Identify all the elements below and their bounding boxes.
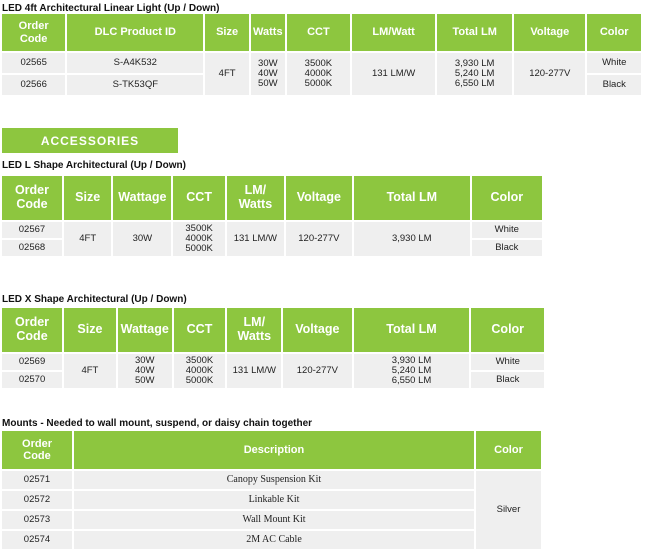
- header-color: Color: [471, 308, 544, 352]
- header-watts: Watts: [250, 14, 285, 51]
- table-row: 02574 2M AC Cable: [2, 531, 541, 549]
- dlc-id-cell: S-TK53QF: [67, 75, 204, 95]
- table-header-row: Order Code Size Wattage CCT LM/ Watts Vo…: [2, 176, 542, 220]
- section-title-l-shape: LED L Shape Architectural (Up / Down): [2, 160, 186, 171]
- lm-watt-cell: 131 LM/W: [352, 53, 436, 95]
- header-lm-watts: LM/ Watts: [227, 308, 282, 352]
- order-code-cell: 02569: [2, 354, 63, 370]
- color-cell: Black: [587, 75, 641, 95]
- table-header-row: Order Code Description Color: [2, 431, 541, 469]
- header-size: Size: [64, 308, 116, 352]
- header-order-code: Order Code: [2, 176, 62, 220]
- cct-cell: 3500K 4000K 5000K: [173, 222, 225, 256]
- color-cell: Black: [471, 372, 544, 388]
- header-cct: CCT: [173, 308, 226, 352]
- header-total-lm: Total LM: [353, 176, 470, 220]
- table-row: 02565 S-A4K532 4FT 30W 40W 50W 3500K 400…: [2, 53, 641, 95]
- header-color: Color: [471, 176, 542, 220]
- size-cell: 4FT: [64, 354, 116, 388]
- voltage-cell: 120-277V: [285, 222, 352, 256]
- header-size: Size: [63, 176, 112, 220]
- header-color: Color: [587, 14, 641, 51]
- order-code-cell: 02566: [2, 75, 66, 95]
- total-lm-cell: 3,930 LM 5,240 LM 6,550 LM: [437, 53, 513, 95]
- color-cell: Black: [471, 240, 542, 256]
- order-code-cell: 02574: [2, 531, 72, 549]
- header-order-code: Order Code: [2, 431, 72, 469]
- header-color: Color: [476, 431, 541, 469]
- header-lm-watt: LM/Watt: [352, 14, 436, 51]
- table-x-shape: Order Code Size Wattage CCT LM/ Watts Vo…: [0, 306, 546, 390]
- color-cell: White: [471, 222, 542, 238]
- table-row: 02569 4FT 30W 40W 50W 3500K 4000K 5000K …: [2, 354, 544, 388]
- description-cell: 2M AC Cable: [74, 531, 474, 549]
- voltage-cell: 120-277V: [283, 354, 352, 388]
- order-code-cell: 02571: [2, 471, 72, 489]
- size-cell: 4FT: [205, 53, 249, 95]
- description-cell: Wall Mount Kit: [74, 511, 474, 529]
- lm-watts-cell: 131 LM/W: [227, 354, 282, 388]
- cct-cell: 3500K 4000K 5000K: [286, 53, 351, 95]
- color-cell: White: [471, 354, 544, 370]
- table-row: 02572 Linkable Kit: [2, 491, 541, 509]
- header-order-code: Order Code: [2, 14, 66, 51]
- order-code-cell: 02572: [2, 491, 72, 509]
- description-cell: Linkable Kit: [74, 491, 474, 509]
- total-lm-cell: 3,930 LM 5,240 LM 6,550 LM: [353, 354, 470, 388]
- watts-cell: 30W 40W 50W: [250, 53, 285, 95]
- dlc-id-cell: S-A4K532: [67, 53, 204, 73]
- table-row: 02571 Canopy Suspension Kit Silver: [2, 471, 541, 549]
- table-header-row: Order Code Size Wattage CCT LM/ Watts Vo…: [2, 308, 544, 352]
- header-cct: CCT: [173, 176, 225, 220]
- wattage-cell: 30W 40W 50W: [117, 354, 172, 388]
- color-cell: White: [587, 53, 641, 73]
- accessories-banner: ACCESSORIES: [2, 128, 178, 153]
- header-voltage: Voltage: [285, 176, 352, 220]
- cct-cell: 3500K 4000K 5000K: [173, 354, 226, 388]
- header-description: Description: [74, 431, 474, 469]
- header-wattage: Wattage: [113, 176, 172, 220]
- color-cell: Silver: [476, 471, 541, 549]
- order-code-cell: 02565: [2, 53, 66, 73]
- table-l-shape: Order Code Size Wattage CCT LM/ Watts Vo…: [0, 174, 544, 258]
- section-title-x-shape: LED X Shape Architectural (Up / Down): [2, 294, 187, 305]
- table-mounts: Order Code Description Color 02571 Canop…: [0, 429, 543, 551]
- table-4ft-linear: Order Code DLC Product ID Size Watts CCT…: [0, 12, 643, 97]
- table-header-row: Order Code DLC Product ID Size Watts CCT…: [2, 14, 641, 51]
- wattage-cell: 30W: [113, 222, 172, 256]
- size-cell: 4FT: [63, 222, 112, 256]
- header-lm-watts: LM/ Watts: [226, 176, 284, 220]
- table-row: 02567 4FT 30W 3500K 4000K 5000K 131 LM/W…: [2, 222, 542, 256]
- section-title-mounts: Mounts - Needed to wall mount, suspend, …: [2, 418, 313, 429]
- order-code-cell: 02573: [2, 511, 72, 529]
- header-size: Size: [205, 14, 249, 51]
- order-code-cell: 02568: [2, 240, 62, 256]
- voltage-cell: 120-277V: [514, 53, 586, 95]
- header-total-lm: Total LM: [437, 14, 513, 51]
- table-row: 02573 Wall Mount Kit: [2, 511, 541, 529]
- header-voltage: Voltage: [283, 308, 352, 352]
- order-code-cell: 02570: [2, 372, 63, 388]
- total-lm-cell: 3,930 LM: [353, 222, 470, 256]
- header-wattage: Wattage: [117, 308, 172, 352]
- header-voltage: Voltage: [514, 14, 586, 51]
- description-cell: Canopy Suspension Kit: [74, 471, 474, 489]
- header-order-code: Order Code: [2, 308, 63, 352]
- header-dlc-product-id: DLC Product ID: [67, 14, 204, 51]
- order-code-cell: 02567: [2, 222, 62, 238]
- header-total-lm: Total LM: [353, 308, 470, 352]
- header-cct: CCT: [286, 14, 351, 51]
- lm-watts-cell: 131 LM/W: [226, 222, 284, 256]
